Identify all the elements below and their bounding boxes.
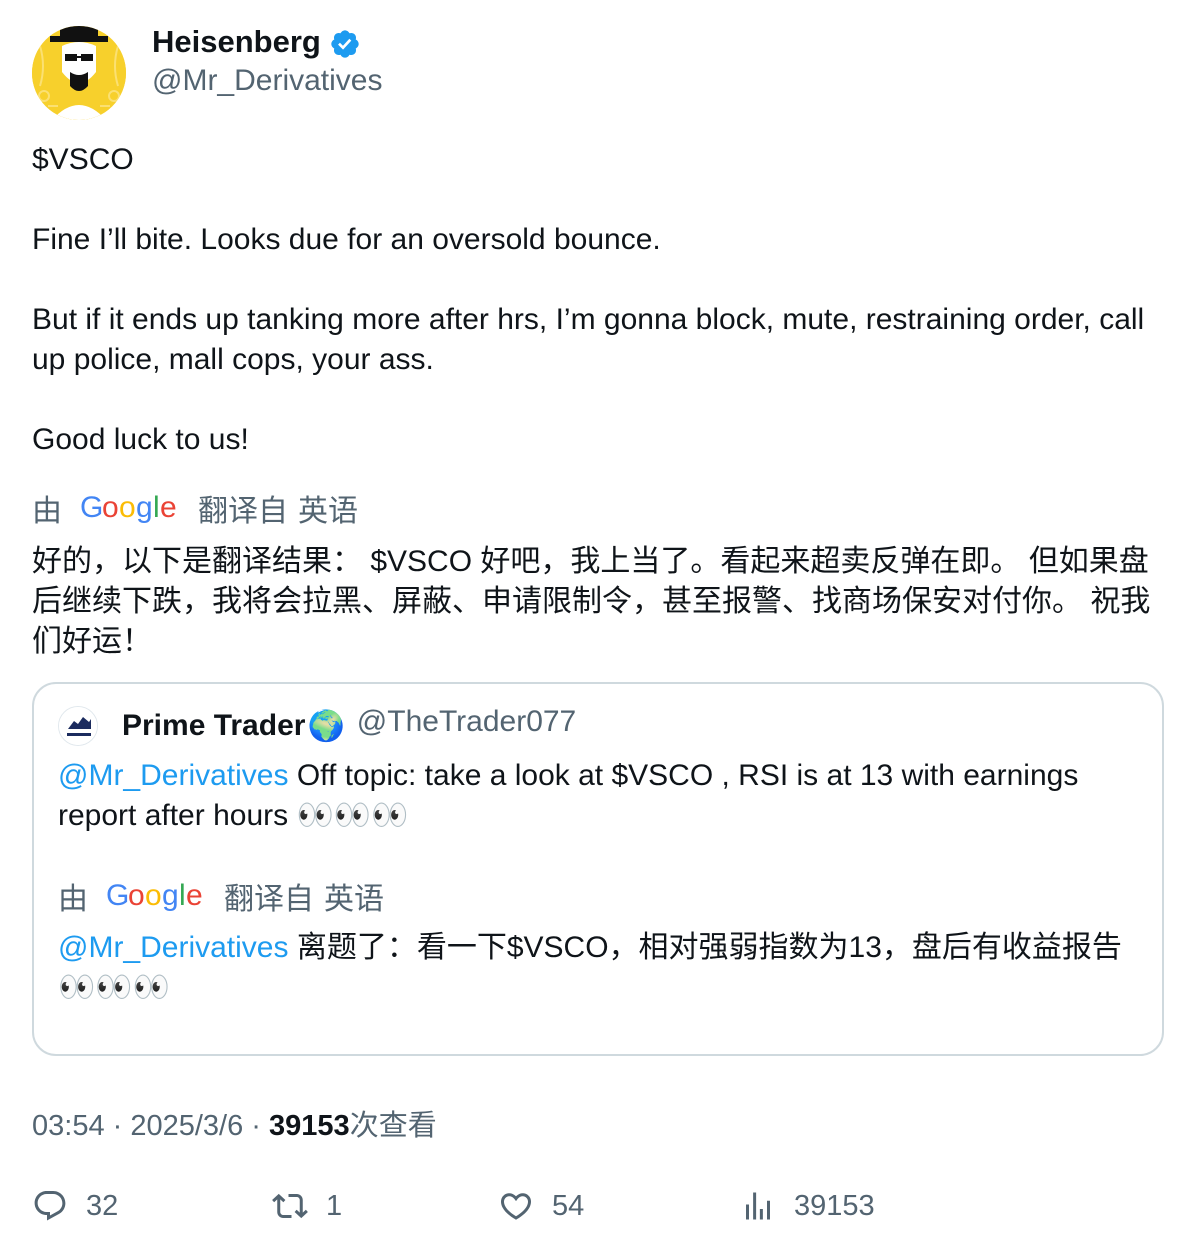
tweet-line-warning: But if it ends up tanking more after hrs… xyxy=(32,303,1145,376)
tweet-line-ticker: $VSCO xyxy=(32,143,134,176)
quoted-translated-mention-link[interactable]: @Mr_Derivatives xyxy=(58,931,289,964)
svg-text:o: o xyxy=(128,879,145,912)
reply-count: 32 xyxy=(86,1189,119,1222)
translated-from-label: 翻译自 xyxy=(198,495,288,528)
quoted-translation-attribution: 由 G o o g l e 翻译自 英语 xyxy=(58,874,1138,918)
google-logo-icon[interactable]: G o o g l e xyxy=(80,491,178,525)
translated-text: 好的，以下是翻译结果： $VSCO 好吧，我上当了。看起来超卖反弹在即。 但如果… xyxy=(32,545,1151,658)
quoted-tweet-text: @Mr_Derivatives Off topic: take a look a… xyxy=(58,756,1138,836)
quoted-tweet[interactable]: Prime Trader 🌍 @TheTrader077 @Mr_Derivat… xyxy=(32,682,1164,1056)
quoted-tweet-header: Prime Trader 🌍 @TheTrader077 xyxy=(58,705,576,746)
tweet-text: $VSCO Fine I’ll bite. Looks due for an o… xyxy=(32,140,1172,460)
views-count: 39153 xyxy=(794,1189,875,1222)
svg-text:G: G xyxy=(106,879,129,912)
tweet-line-bite: Fine I’ll bite. Looks due for an oversol… xyxy=(32,223,661,256)
like-count: 54 xyxy=(552,1189,585,1222)
globe-emoji-icon: 🌍 xyxy=(307,709,345,743)
retweet-button[interactable]: 1 xyxy=(272,1188,342,1224)
analytics-icon xyxy=(746,1192,770,1220)
author-name-row[interactable]: Heisenberg xyxy=(152,24,361,60)
retweet-icon xyxy=(272,1193,308,1219)
views-button[interactable]: 39153 xyxy=(740,1188,875,1224)
translation-block: 由 G o o g l e 翻译自 英语 好的，以下是翻译结果： $VSCO 好… xyxy=(32,486,1172,662)
reply-button[interactable]: 32 xyxy=(32,1188,118,1224)
meta-separator: · xyxy=(104,1110,131,1142)
translation-attribution: 由 G o o g l e 翻译自 英语 xyxy=(32,486,1172,530)
google-logo-icon[interactable]: G o o g l e xyxy=(106,879,204,913)
verified-badge-icon xyxy=(331,30,359,58)
quoted-translation-block: 由 G o o g l e 翻译自 英语 @Mr_Derivatives 离题了… xyxy=(58,874,1138,1008)
view-count: 39153 xyxy=(269,1110,350,1142)
quoted-author-name[interactable]: Prime Trader xyxy=(122,709,305,743)
quoted-translated-text: @Mr_Derivatives 离题了：看一下$VSCO，相对强弱指数为13，盘… xyxy=(58,928,1138,1008)
tweet-meta: 03:54 · 2025/3/6 · 39153次查看 xyxy=(32,1102,437,1144)
tweet-time[interactable]: 03:54 xyxy=(32,1110,105,1142)
svg-text:G: G xyxy=(80,491,103,524)
svg-text:e: e xyxy=(186,879,203,912)
prime-trader-avatar-icon xyxy=(58,706,98,746)
meta-separator: · xyxy=(243,1110,270,1142)
svg-text:e: e xyxy=(160,491,177,524)
svg-text:g: g xyxy=(136,491,153,524)
svg-text:o: o xyxy=(145,879,162,912)
tweet-date[interactable]: 2025/3/6 xyxy=(130,1110,243,1142)
quoted-translated-from-label: 翻译自 xyxy=(224,883,314,916)
heart-icon xyxy=(500,1193,532,1220)
tweet-header: Heisenberg @Mr_Derivatives xyxy=(32,24,1172,124)
translated-by-label: 由 xyxy=(32,495,62,528)
svg-text:g: g xyxy=(162,879,179,912)
retweet-count: 1 xyxy=(326,1189,343,1222)
quoted-author-handle[interactable]: @TheTrader077 xyxy=(357,705,576,739)
svg-text:o: o xyxy=(102,491,119,524)
svg-text:o: o xyxy=(119,491,136,524)
quoted-translated-by-label: 由 xyxy=(58,883,88,916)
author-name[interactable]: Heisenberg xyxy=(152,24,321,60)
source-language: 英语 xyxy=(298,495,358,528)
like-button[interactable]: 54 xyxy=(498,1188,584,1224)
svg-text:l: l xyxy=(153,491,160,524)
views-label: 次查看 xyxy=(349,1110,437,1142)
tweet-line-goodluck: Good luck to us! xyxy=(32,423,249,456)
reply-icon xyxy=(34,1191,66,1221)
action-bar: 32 1 54 39153 xyxy=(32,1188,1172,1236)
heisenberg-avatar-icon[interactable] xyxy=(32,26,126,120)
quoted-source-language: 英语 xyxy=(324,883,384,916)
svg-text:l: l xyxy=(179,879,186,912)
author-handle[interactable]: @Mr_Derivatives xyxy=(152,64,383,98)
quoted-mention-link[interactable]: @Mr_Derivatives xyxy=(58,759,289,792)
